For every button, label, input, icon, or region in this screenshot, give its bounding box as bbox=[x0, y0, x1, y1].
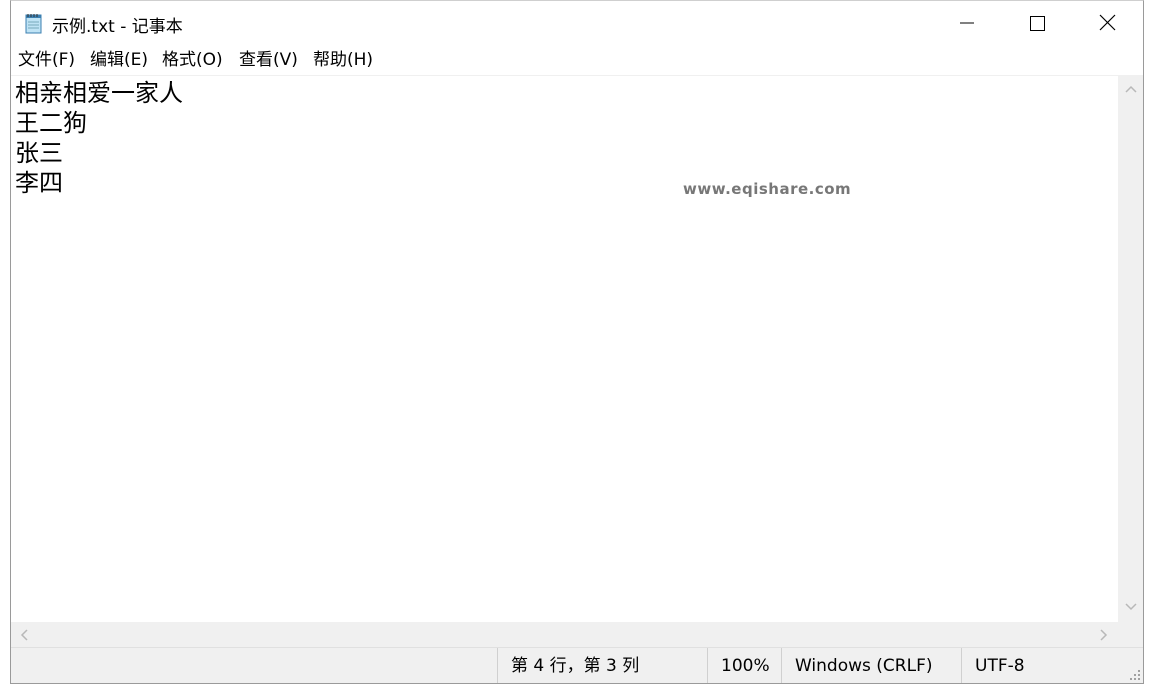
resize-grip-icon[interactable] bbox=[1128, 668, 1142, 682]
scroll-up-icon[interactable] bbox=[1125, 84, 1137, 94]
status-line-ending: Windows (CRLF) bbox=[781, 648, 962, 683]
close-button[interactable] bbox=[1073, 1, 1143, 45]
status-line-ending-text: Windows (CRLF) bbox=[795, 656, 933, 676]
menu-format[interactable]: 格式(O) bbox=[162, 48, 223, 72]
status-cursor-position: 第 4 行，第 3 列 bbox=[497, 648, 708, 683]
status-bar: 第 4 行，第 3 列 100% Windows (CRLF) UTF-8 bbox=[11, 647, 1143, 683]
text-line: 李四 bbox=[15, 169, 63, 197]
text-line: 张三 bbox=[15, 139, 63, 167]
minimize-icon bbox=[960, 22, 974, 24]
maximize-icon bbox=[1030, 16, 1045, 31]
status-encoding-text: UTF-8 bbox=[975, 656, 1025, 676]
menu-bar: 文件(F) 编辑(E) 格式(O) 查看(V) 帮助(H) bbox=[11, 45, 1143, 76]
status-position-text: 第 4 行，第 3 列 bbox=[511, 656, 640, 676]
scrollbar-corner bbox=[1118, 622, 1143, 647]
menu-file[interactable]: 文件(F) bbox=[18, 48, 75, 72]
vertical-scrollbar[interactable] bbox=[1118, 76, 1143, 622]
watermark: www.eqishare.com bbox=[683, 180, 852, 198]
window-title: 示例.txt - 记事本 bbox=[52, 17, 183, 37]
title-bar[interactable]: 示例.txt - 记事本 bbox=[11, 1, 1143, 45]
text-line: 王二狗 bbox=[15, 109, 87, 137]
horizontal-scrollbar[interactable] bbox=[11, 622, 1118, 647]
close-icon bbox=[1099, 14, 1116, 31]
scroll-left-icon[interactable] bbox=[19, 629, 29, 641]
scroll-down-icon[interactable] bbox=[1125, 602, 1137, 612]
text-editor[interactable]: 相亲相爱一家人 王二狗 张三 李四 www.eqishare.com bbox=[11, 76, 1118, 622]
notepad-window: 示例.txt - 记事本 文件(F) 编辑(E) 格式(O) 查看(V) 帮助(… bbox=[10, 0, 1144, 684]
menu-view[interactable]: 查看(V) bbox=[239, 48, 298, 72]
status-encoding: UTF-8 bbox=[961, 648, 1112, 683]
menu-help[interactable]: 帮助(H) bbox=[313, 48, 373, 72]
minimize-button[interactable] bbox=[933, 1, 1003, 45]
maximize-button[interactable] bbox=[1003, 1, 1073, 45]
notepad-icon[interactable] bbox=[24, 12, 44, 34]
status-zoom-text: 100% bbox=[721, 656, 770, 676]
menu-edit[interactable]: 编辑(E) bbox=[90, 48, 148, 72]
status-zoom: 100% bbox=[707, 648, 782, 683]
text-line: 相亲相爱一家人 bbox=[15, 79, 183, 107]
scroll-right-icon[interactable] bbox=[1099, 629, 1109, 641]
